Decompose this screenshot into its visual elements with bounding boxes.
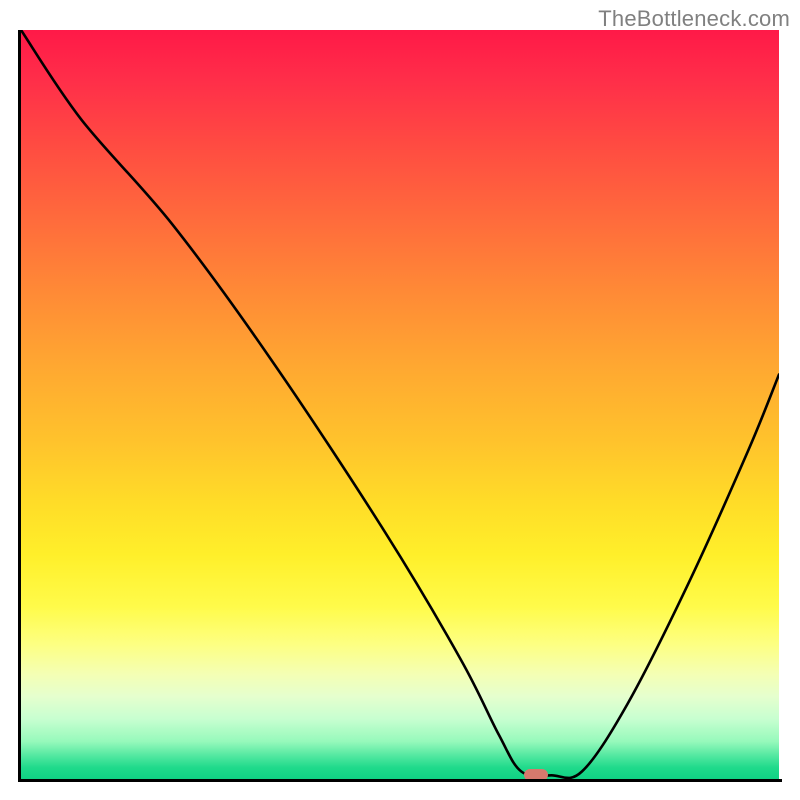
chart-container: TheBottleneck.com [0,0,800,800]
axes-frame [18,30,782,782]
watermark-label: TheBottleneck.com [598,6,790,32]
